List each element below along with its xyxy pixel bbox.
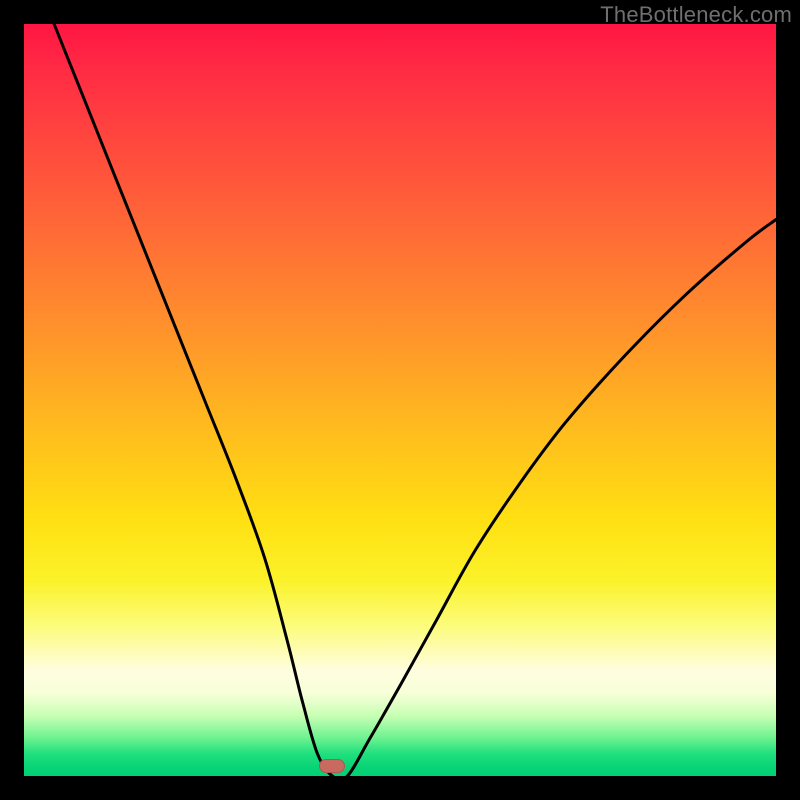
optimal-marker [319,759,345,773]
plot-area [24,24,776,776]
bottleneck-curve [24,24,776,776]
chart-frame: TheBottleneck.com [0,0,800,800]
